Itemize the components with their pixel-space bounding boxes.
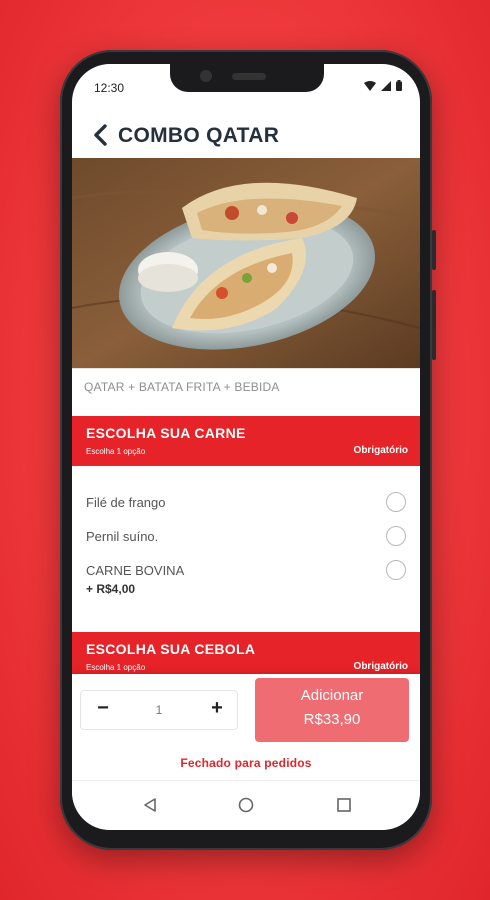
notch bbox=[170, 64, 324, 92]
decrease-button[interactable]: − bbox=[91, 697, 115, 721]
section-header-carne: ESCOLHA SUA CARNE Escolha 1 opção Obriga… bbox=[72, 416, 420, 466]
option-pernil-suino[interactable]: Pernil suíno. bbox=[86, 526, 408, 550]
section-title: ESCOLHA SUA CARNE bbox=[86, 425, 246, 441]
add-to-cart-button[interactable]: Adicionar R$33,90 bbox=[255, 678, 409, 742]
app-bar: COMBO QATAR bbox=[72, 116, 420, 156]
required-badge: Obrigatório bbox=[353, 445, 408, 456]
option-label: CARNE BOVINA bbox=[86, 563, 185, 578]
status-icons bbox=[364, 80, 402, 91]
section-subtitle: Escolha 1 opção bbox=[86, 447, 146, 456]
signal-icon bbox=[381, 80, 391, 91]
option-file-de-frango[interactable]: Filé de frango bbox=[86, 492, 408, 516]
phone-frame: 12:30 COMBO QATAR QATAR + BATATA FRITA +… bbox=[60, 50, 436, 850]
section-subtitle: Escolha 1 opção bbox=[86, 663, 146, 672]
power-button bbox=[432, 290, 436, 360]
add-button-label: Adicionar bbox=[300, 687, 364, 704]
order-bar: − 1 + Adicionar R$33,90 Fechado para ped… bbox=[72, 674, 420, 784]
wifi-icon bbox=[364, 80, 376, 91]
option-label: Pernil suíno. bbox=[86, 529, 159, 544]
option-label: Filé de frango bbox=[86, 495, 166, 510]
option-carne-bovina[interactable]: CARNE BOVINA + R$4,00 bbox=[86, 560, 408, 604]
radio-button[interactable] bbox=[386, 560, 406, 580]
circle-home-icon[interactable] bbox=[238, 797, 254, 813]
quantity-value: 1 bbox=[155, 703, 163, 717]
add-button-price: R$33,90 bbox=[303, 711, 361, 728]
option-price: + R$4,00 bbox=[86, 582, 136, 596]
radio-button[interactable] bbox=[386, 526, 406, 546]
front-camera bbox=[200, 70, 212, 82]
increase-button[interactable]: + bbox=[205, 697, 229, 721]
product-photo bbox=[72, 158, 420, 368]
required-badge: Obrigatório bbox=[353, 661, 408, 672]
battery-icon bbox=[396, 80, 402, 91]
section-title: ESCOLHA SUA CEBOLA bbox=[86, 641, 256, 657]
screen: 12:30 COMBO QATAR QATAR + BATATA FRITA +… bbox=[72, 64, 420, 830]
divider bbox=[72, 368, 420, 369]
product-description: QATAR + BATATA FRITA + BEBIDA bbox=[84, 380, 280, 394]
earpiece-speaker bbox=[232, 73, 266, 80]
square-recent-icon[interactable] bbox=[336, 797, 352, 813]
chevron-left-icon[interactable] bbox=[90, 124, 112, 146]
closed-notice: Fechado para pedidos bbox=[180, 756, 312, 770]
page-title: COMBO QATAR bbox=[118, 124, 280, 147]
triangle-back-icon[interactable] bbox=[142, 797, 158, 813]
volume-button bbox=[432, 230, 436, 270]
quantity-stepper: − 1 + bbox=[80, 690, 238, 730]
system-nav-bar bbox=[72, 780, 420, 830]
radio-button[interactable] bbox=[386, 492, 406, 512]
status-time: 12:30 bbox=[94, 81, 125, 95]
